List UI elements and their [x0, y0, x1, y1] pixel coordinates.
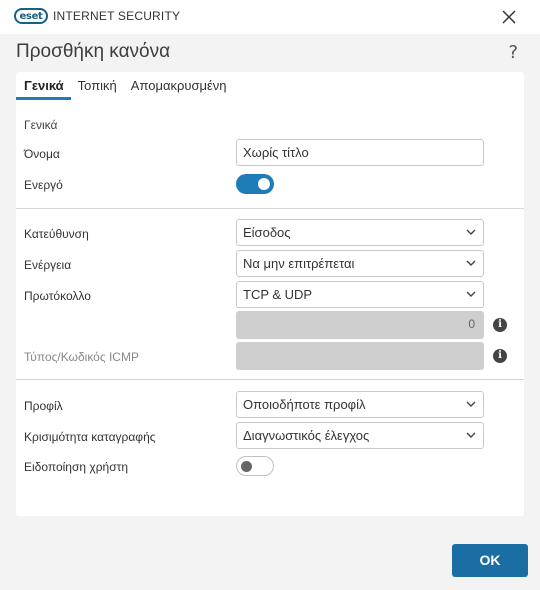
protocol-value: TCP & UDP — [243, 287, 313, 302]
close-icon — [502, 10, 516, 24]
direction-value: Είσοδος — [243, 225, 291, 240]
action-label: Ενέργεια — [24, 258, 72, 272]
section-general-label: Γενικά — [24, 118, 58, 132]
ok-button[interactable]: OK — [452, 544, 528, 577]
action-select[interactable]: Να μην επιτρέπεται — [236, 250, 484, 277]
notify-user-toggle[interactable] — [236, 456, 274, 476]
chevron-down-icon — [466, 432, 476, 438]
tab-general[interactable]: Γενικά — [16, 72, 71, 100]
eset-logo-badge: eset — [14, 8, 48, 24]
tab-remote[interactable]: Απομακρυσμένη — [131, 72, 227, 100]
enabled-toggle[interactable] — [236, 174, 274, 194]
toggle-knob — [241, 460, 252, 472]
protocol-number-field: 0 — [236, 311, 484, 339]
tab-bar: Γενικά Τοπική Απομακρυσμένη — [16, 72, 241, 100]
divider — [16, 208, 524, 209]
profile-label: Προφίλ — [24, 399, 63, 413]
notify-user-label: Ειδοποίηση χρήστη — [24, 460, 129, 474]
rule-panel: Γενικά Τοπική Απομακρυσμένη Γενικά Όνομα… — [16, 72, 524, 516]
protocol-label: Πρωτόκολλο — [24, 289, 91, 303]
icmp-field — [236, 342, 484, 370]
eset-logo: eset INTERNET SECURITY — [14, 8, 180, 24]
chevron-down-icon — [466, 229, 476, 235]
info-icon[interactable]: i — [493, 349, 507, 363]
profile-select[interactable]: Οποιοδήποτε προφίλ — [236, 391, 484, 418]
chevron-down-icon — [466, 401, 476, 407]
profile-value: Οποιοδήποτε προφίλ — [243, 397, 366, 412]
icmp-label: Τύπος/Κωδικός ICMP — [24, 350, 139, 364]
log-severity-value: Διαγνωστικός έλεγχος — [243, 428, 370, 443]
name-label: Όνομα — [24, 147, 60, 161]
action-value: Να μην επιτρέπεται — [243, 256, 355, 271]
name-input[interactable]: Χωρίς τίτλο — [236, 139, 484, 166]
chevron-down-icon — [466, 291, 476, 297]
title-bar: eset INTERNET SECURITY — [0, 0, 540, 34]
info-icon[interactable]: i — [493, 318, 507, 332]
help-button[interactable]: ? — [508, 42, 518, 63]
tab-local[interactable]: Τοπική — [78, 72, 117, 100]
protocol-select[interactable]: TCP & UDP — [236, 281, 484, 308]
direction-select[interactable]: Είσοδος — [236, 219, 484, 246]
divider — [16, 379, 524, 380]
chevron-down-icon — [466, 260, 476, 266]
enabled-label: Ενεργό — [24, 178, 63, 192]
toggle-knob — [258, 178, 270, 190]
log-severity-label: Κρισιμότητα καταγραφής — [24, 430, 156, 444]
close-button[interactable] — [498, 6, 520, 28]
product-name: INTERNET SECURITY — [53, 9, 181, 23]
log-severity-select[interactable]: Διαγνωστικός έλεγχος — [236, 422, 484, 449]
dialog-title: Προσθήκη κανόνα — [16, 41, 171, 62]
direction-label: Κατεύθυνση — [24, 227, 89, 241]
